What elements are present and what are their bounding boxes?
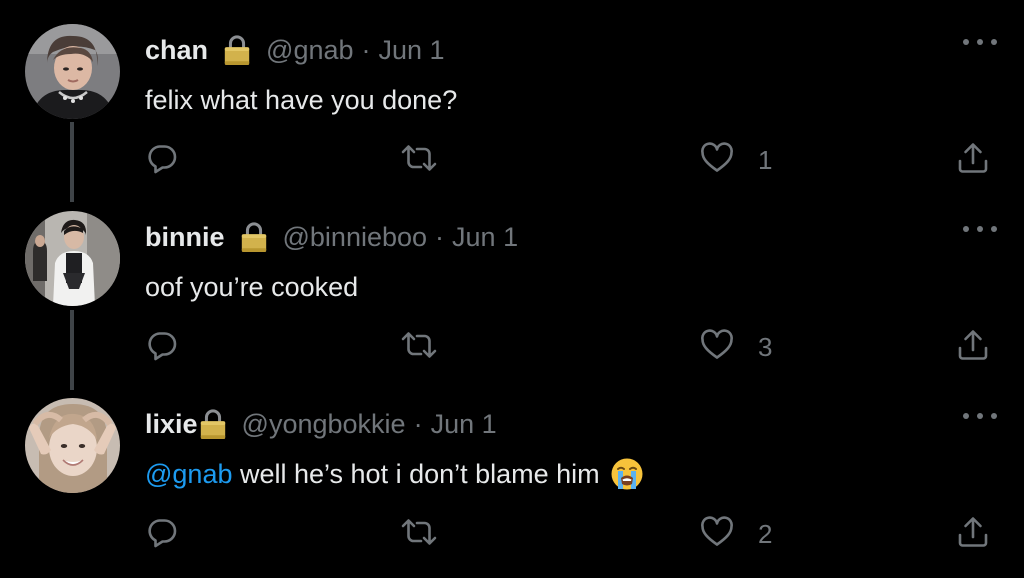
tweet-date[interactable]: Jun 1 <box>452 217 518 257</box>
lock-icon <box>222 34 252 66</box>
reply-icon <box>146 142 178 179</box>
more-icon[interactable] <box>963 36 997 48</box>
share-icon <box>956 328 990 367</box>
reply-button[interactable] <box>146 140 178 180</box>
retweet-icon <box>400 142 438 179</box>
like-count: 2 <box>758 518 773 549</box>
retweet-icon <box>400 329 438 366</box>
like-button[interactable]: 3 <box>700 327 772 367</box>
share-icon <box>956 141 990 180</box>
reply-button[interactable] <box>146 327 178 367</box>
more-icon[interactable] <box>963 410 997 422</box>
heart-icon <box>700 329 734 366</box>
display-name[interactable]: chan <box>145 30 208 70</box>
conversation-thread: chan @gnab · Jun 1 felix what have you d… <box>0 0 1024 578</box>
tweet-actions: 1 <box>0 140 1024 180</box>
reply-button[interactable] <box>146 514 178 554</box>
tweet-header: chan @gnab · Jun 1 <box>145 30 445 70</box>
tweet-text-content: felix what have you done? <box>145 85 458 115</box>
tweet-header: binnie @binnieboo · Jun 1 <box>145 217 518 257</box>
like-button[interactable]: 1 <box>700 140 772 180</box>
more-icon[interactable] <box>963 223 997 235</box>
tweet[interactable]: lixie @yongbokkie · Jun 1 @gnab well he’… <box>0 374 1024 561</box>
tweet-text: oof you’re cooked <box>145 267 358 307</box>
tweet[interactable]: binnie @binnieboo · Jun 1 oof you’re coo… <box>0 187 1024 374</box>
loudly-crying-face-icon <box>610 457 644 502</box>
tweet-date[interactable]: Jun 1 <box>431 404 497 444</box>
tweet-text-content: oof you’re cooked <box>145 272 359 302</box>
retweet-button[interactable] <box>400 514 438 554</box>
avatar[interactable] <box>25 211 120 306</box>
retweet-icon <box>400 516 438 553</box>
retweet-button[interactable] <box>400 140 438 180</box>
share-icon <box>956 515 990 554</box>
separator-dot: · <box>413 409 423 439</box>
lock-icon <box>239 221 269 253</box>
tweet-actions: 2 <box>0 514 1024 554</box>
tweet[interactable]: chan @gnab · Jun 1 felix what have you d… <box>0 0 1024 187</box>
tweet-date[interactable]: Jun 1 <box>379 30 445 70</box>
like-count: 3 <box>758 331 773 362</box>
reply-icon <box>146 329 178 366</box>
tweet-text: felix what have you done? <box>145 80 457 120</box>
reply-icon <box>146 516 178 553</box>
share-button[interactable] <box>956 514 990 554</box>
heart-icon <box>700 142 734 179</box>
like-count: 1 <box>758 144 773 175</box>
mention-link[interactable]: @gnab <box>145 459 232 489</box>
tweet-text-content: well he’s hot i don’t blame him <box>232 459 600 489</box>
retweet-button[interactable] <box>400 327 438 367</box>
separator-dot: · <box>361 35 371 65</box>
share-button[interactable] <box>956 327 990 367</box>
tweet-header: lixie @yongbokkie · Jun 1 <box>145 404 497 444</box>
user-handle[interactable]: @yongbokkie <box>242 404 406 444</box>
display-name[interactable]: binnie <box>145 217 225 257</box>
user-handle[interactable]: @gnab <box>266 30 353 70</box>
display-name[interactable]: lixie <box>145 404 198 444</box>
tweet-actions: 3 <box>0 327 1024 367</box>
avatar[interactable] <box>25 398 120 493</box>
avatar[interactable] <box>25 24 120 119</box>
share-button[interactable] <box>956 140 990 180</box>
user-handle[interactable]: @binnieboo <box>283 217 428 257</box>
separator-dot: · <box>435 222 445 252</box>
heart-icon <box>700 516 734 553</box>
lock-icon <box>198 408 228 440</box>
like-button[interactable]: 2 <box>700 514 772 554</box>
tweet-text: @gnab well he’s hot i don’t blame him <box>145 454 644 502</box>
